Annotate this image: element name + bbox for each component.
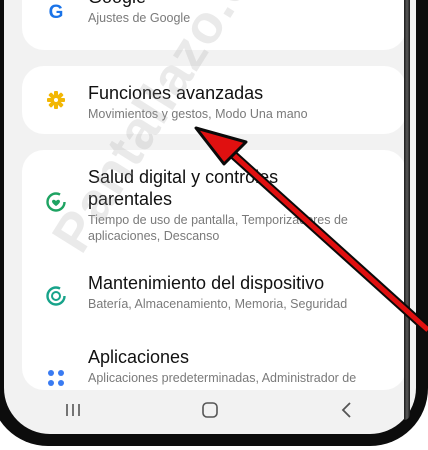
item-title: Funciones avanzadas xyxy=(88,83,264,103)
home-icon xyxy=(202,402,218,418)
digital-wellbeing-icon xyxy=(44,190,68,214)
advanced-features-icon xyxy=(44,88,68,112)
svg-text:G: G xyxy=(49,2,64,23)
item-subtitle: Tiempo de uso de pantalla, Temporizadore… xyxy=(88,213,348,243)
phone-edge-highlight xyxy=(404,0,410,420)
item-subtitle: Aplicaciones predeterminadas, Administra… xyxy=(88,371,357,385)
item-subtitle: Movimientos y gestos, Modo Una mano xyxy=(88,107,308,121)
item-subtitle: Batería, Almacenamiento, Memoria, Seguri… xyxy=(88,297,348,311)
back-icon xyxy=(342,402,351,418)
device-settings-card: Salud digital y controles parentales Tie… xyxy=(22,150,406,390)
settings-item-device-care[interactable]: Mantenimiento del dispositivo Batería, A… xyxy=(22,262,406,338)
navigation-bar xyxy=(4,388,416,432)
device-care-icon xyxy=(44,284,68,308)
advanced-features-card: Funciones avanzadas Movimientos y gestos… xyxy=(22,66,406,134)
recent-apps-icon xyxy=(65,404,80,416)
google-icon: G xyxy=(44,0,68,24)
item-title: Mantenimiento del dispositivo xyxy=(88,273,325,293)
item-title: Salud digital y controles parentales xyxy=(88,167,279,209)
google-card: G Google Ajustes de Google xyxy=(22,0,406,50)
item-title: Aplicaciones xyxy=(88,347,190,367)
item-title: Google xyxy=(88,0,388,8)
settings-item-advanced-features[interactable]: Funciones avanzadas Movimientos y gestos… xyxy=(22,66,406,142)
settings-item-digital-wellbeing[interactable]: Salud digital y controles parentales Tie… xyxy=(22,150,406,254)
back-button[interactable] xyxy=(327,395,367,425)
settings-item-google[interactable]: G Google Ajustes de Google xyxy=(22,0,406,50)
home-button[interactable] xyxy=(190,395,230,425)
settings-screen: G Google Ajustes de Google xyxy=(4,0,416,434)
recent-apps-button[interactable] xyxy=(53,395,93,425)
item-subtitle: Ajustes de Google xyxy=(88,11,191,25)
apps-icon xyxy=(44,366,68,390)
